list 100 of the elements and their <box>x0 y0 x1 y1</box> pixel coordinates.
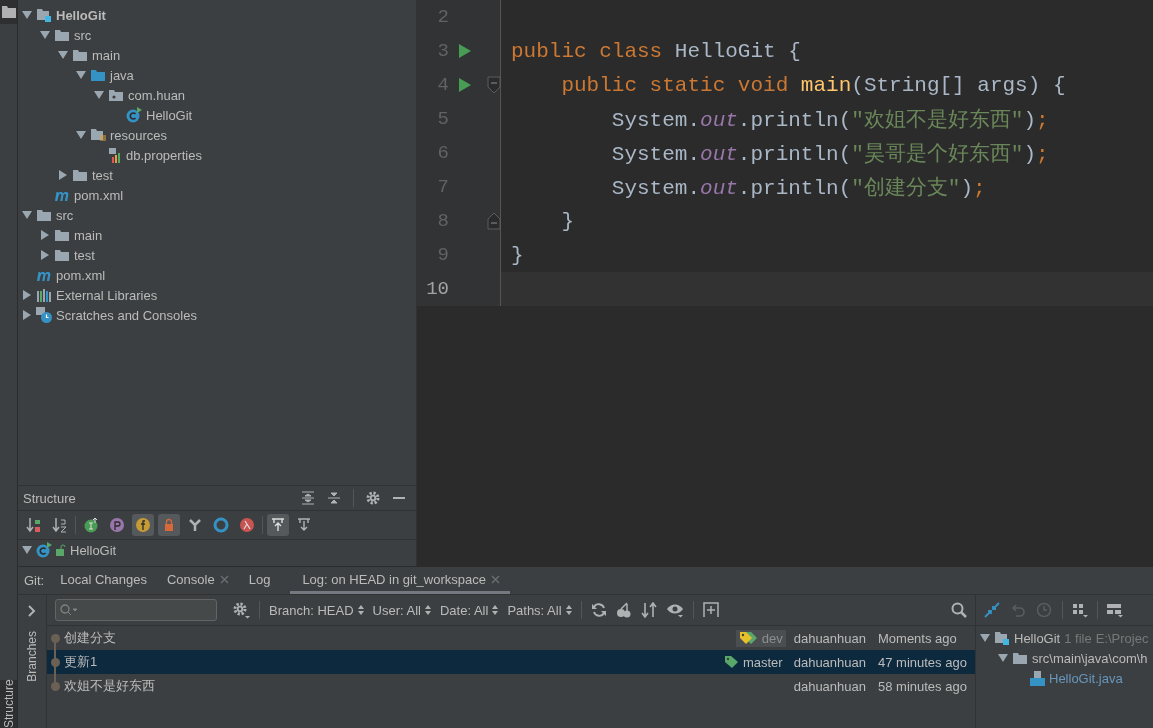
tree-item-label[interactable]: java <box>110 67 134 83</box>
collapse-arrow-icon[interactable] <box>998 653 1008 664</box>
expand-arrow-icon[interactable] <box>40 250 50 260</box>
refresh-icon[interactable] <box>590 602 607 619</box>
folder-icon <box>72 48 88 62</box>
commit-row[interactable]: 欢姐不是好东西 dahuanhuan 58 minutes ago <box>47 674 975 699</box>
folder-icon <box>54 28 70 42</box>
scratches-icon <box>36 307 52 323</box>
structure-tool-tab[interactable]: Structure <box>0 680 17 728</box>
filter-dropdown[interactable]: User: All <box>372 602 431 618</box>
unlock-icon <box>56 544 66 557</box>
tree-item-label[interactable]: test <box>74 247 95 263</box>
maven-icon <box>36 269 52 281</box>
commit-date: 58 minutes ago <box>878 678 967 694</box>
commit-date: 47 minutes ago <box>878 654 967 670</box>
folder-icon <box>1 6 16 18</box>
commit-date: Moments ago <box>878 630 958 646</box>
collapse-arrow-icon[interactable] <box>22 545 32 556</box>
commit-message: 欢姐不是好东西 <box>64 677 155 696</box>
collapse-arrow-icon[interactable] <box>22 10 32 20</box>
tree-item-label[interactable]: src <box>74 27 92 43</box>
collapse-arrow-icon[interactable] <box>58 50 68 60</box>
collapse-arrow-icon[interactable] <box>40 30 50 40</box>
group-icon[interactable] <box>1071 602 1089 619</box>
run-icon[interactable] <box>458 43 472 59</box>
tree-item-label[interactable]: pom.xml <box>74 187 124 203</box>
tree-item-label[interactable]: HelloGit <box>70 542 117 558</box>
branches-tab[interactable]: Branches <box>25 631 39 682</box>
collapse-arrow-icon[interactable] <box>22 210 32 220</box>
tree-item-label[interactable]: pom.xml <box>56 267 106 283</box>
tree-item-label[interactable]: resources <box>110 127 168 143</box>
file-tree-item[interactable]: HelloGit.java <box>1049 670 1123 686</box>
expand-arrow-icon[interactable] <box>22 290 32 300</box>
eye-icon[interactable] <box>665 602 684 619</box>
scroll-to-source-toggle[interactable] <box>267 514 289 537</box>
tab[interactable]: Local Changes <box>60 567 157 595</box>
filter-dropdown[interactable]: Paths: All <box>507 602 572 618</box>
settings-icon[interactable] <box>366 491 380 506</box>
properties-file-icon <box>108 147 122 163</box>
code-line: System.out.println("昊哥是个好东西"); <box>610 141 1049 167</box>
folder-icon <box>54 228 70 242</box>
folder-icon <box>90 68 106 82</box>
branch-label: dev <box>735 629 786 647</box>
tree-item-label[interactable]: HelloGit <box>56 7 106 23</box>
tab[interactable]: Log: on HEAD in git_workspace <box>290 567 510 595</box>
java-file-icon <box>1030 670 1045 686</box>
layout-icon[interactable] <box>1106 602 1124 619</box>
tab[interactable]: Log <box>248 567 281 595</box>
collapse-all-icon[interactable] <box>327 491 341 506</box>
sort-icon[interactable] <box>640 602 657 619</box>
lambda-icon <box>239 517 255 534</box>
commit-row[interactable]: 更新1 master dahuanhuan 47 minutes ago <box>47 650 975 675</box>
new-tab-icon[interactable] <box>702 602 719 619</box>
file-path: E:\Projec <box>1095 630 1149 646</box>
code-line: System.out.println("欢姐不是好东西"); <box>610 107 1049 133</box>
folder-icon <box>90 128 106 142</box>
tree-item-label[interactable]: HelloGit <box>146 107 193 123</box>
tree-item-label[interactable]: db.properties <box>126 147 202 163</box>
tree-item-label[interactable]: com.huan <box>128 87 186 103</box>
cherry-icon[interactable] <box>615 602 632 619</box>
collapse-arrow-icon[interactable] <box>76 130 86 140</box>
filter-dropdown[interactable]: Date: All <box>439 602 499 618</box>
class-icon <box>126 107 142 123</box>
tree-item-label[interactable]: src <box>56 207 74 223</box>
tab[interactable]: Console <box>166 567 239 595</box>
commit-node-icon <box>51 633 60 643</box>
fields-toggle[interactable] <box>132 514 154 537</box>
filter-dropdown[interactable]: Branch: HEAD <box>269 602 364 618</box>
collapse-arrow-icon[interactable] <box>76 70 86 80</box>
interface-icon <box>213 517 229 534</box>
expand-arrow-icon[interactable] <box>58 170 68 180</box>
panel-title: Structure <box>23 490 76 506</box>
run-icon[interactable] <box>458 77 472 93</box>
file-tree-item[interactable]: src\main\java\com\h <box>1032 650 1148 666</box>
commit-author: dahuanhuan <box>793 630 866 646</box>
branch-label: master <box>720 653 786 671</box>
tree-item-label[interactable]: test <box>92 167 113 183</box>
commit-row[interactable]: 创建分支 dev dahuanhuan Moments ago <box>47 626 975 651</box>
tree-item-label[interactable]: Scratches and Consoles <box>56 307 197 323</box>
code-line: public static void main(String[] args) { <box>560 73 1066 97</box>
collapse-arrow-icon[interactable] <box>94 90 104 100</box>
settings-icon[interactable] <box>232 601 250 620</box>
file-tree-item[interactable]: HelloGit <box>1014 630 1061 646</box>
scroll-to-source-icon <box>270 517 286 534</box>
commit-author: dahuanhuan <box>793 678 866 694</box>
non-public-toggle[interactable] <box>158 514 180 537</box>
folder-icon <box>54 248 70 262</box>
inherited-icon <box>83 517 99 534</box>
collapse-arrow-icon[interactable] <box>980 633 990 644</box>
expand-icon[interactable] <box>27 605 37 618</box>
expand-arrow-icon[interactable] <box>22 310 32 320</box>
tree-item-label[interactable]: main <box>74 227 103 243</box>
tree-item-label[interactable]: External Libraries <box>56 287 158 303</box>
search-icon[interactable] <box>951 602 967 619</box>
tree-item-label[interactable]: main <box>92 47 121 63</box>
expand-arrow-icon[interactable] <box>40 230 50 240</box>
collapse-icon[interactable] <box>984 602 1002 619</box>
expand-all-icon[interactable] <box>301 491 315 506</box>
search-field[interactable] <box>55 599 217 622</box>
project-tool-button[interactable] <box>0 0 17 24</box>
